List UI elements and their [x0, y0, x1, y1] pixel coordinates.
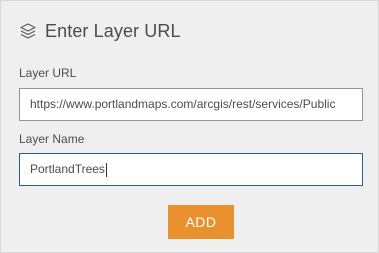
layer-url-input[interactable]: https://www.portlandmaps.com/arcgis/rest…: [19, 88, 363, 121]
layer-name-input[interactable]: PortlandTrees: [19, 153, 363, 186]
layer-name-value: PortlandTrees: [30, 162, 105, 176]
layer-name-label: Layer Name: [19, 132, 85, 146]
layer-url-label: Layer URL: [19, 66, 77, 80]
enter-layer-url-panel: Enter Layer URL Layer URL https://www.po…: [0, 0, 379, 253]
panel-title: Enter Layer URL: [45, 20, 181, 41]
text-caret: [105, 162, 107, 177]
layers-icon: [19, 22, 37, 40]
add-button[interactable]: ADD: [168, 205, 234, 239]
layer-url-value: https://www.portlandmaps.com/arcgis/rest…: [30, 97, 336, 111]
panel-header: Enter Layer URL: [19, 19, 181, 43]
